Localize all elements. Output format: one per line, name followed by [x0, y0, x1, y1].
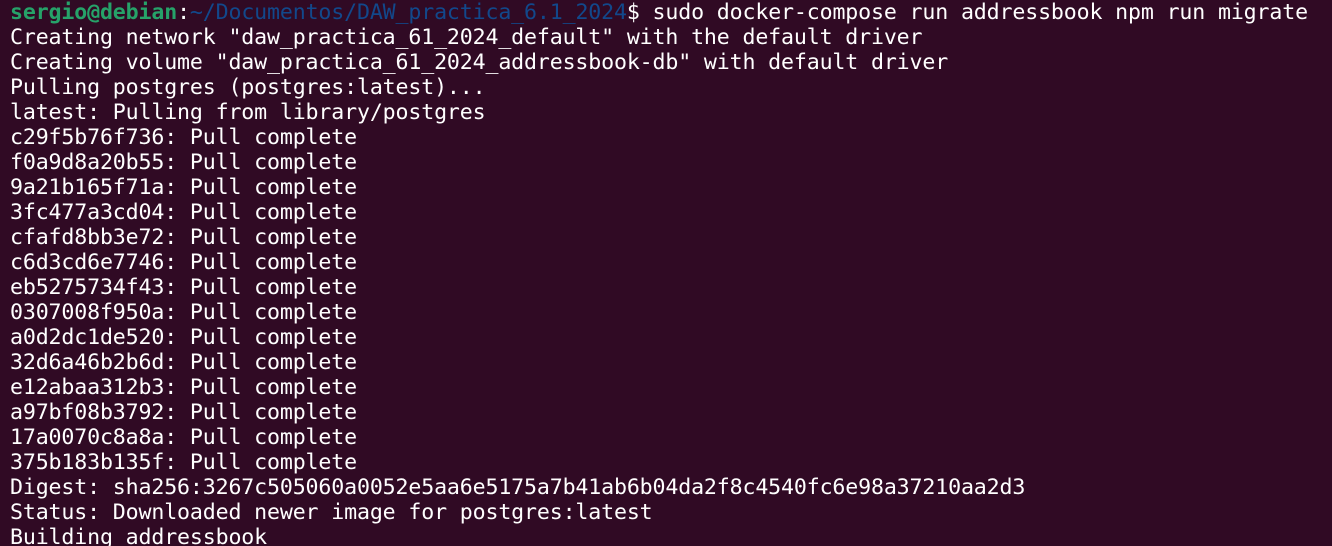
prompt-dollar: $ — [626, 0, 653, 25]
prompt-line: sergio@debian:~/Documentos/DAW_practica_… — [10, 0, 1332, 25]
output-line: latest: Pulling from library/postgres — [10, 100, 486, 125]
output-line: Creating volume "daw_practica_61_2024_ad… — [10, 50, 949, 75]
output-line: 17a0070c8a8a: Pull complete — [10, 425, 357, 450]
output-line: Status: Downloaded newer image for postg… — [10, 500, 653, 525]
terminal-window[interactable]: sergio@debian:~/Documentos/DAW_practica_… — [0, 0, 1332, 546]
prompt-user-host: sergio@debian — [10, 0, 178, 25]
output-line: e12abaa312b3: Pull complete — [10, 375, 357, 400]
output-line: Pulling postgres (postgres:latest)... — [10, 75, 486, 100]
output-line: c6d3cd6e7746: Pull complete — [10, 250, 357, 275]
output-line: eb5275734f43: Pull complete — [10, 275, 357, 300]
prompt-path: ~/Documentos/DAW_practica_6.1_2024 — [189, 0, 627, 25]
prompt-colon: : — [177, 0, 190, 25]
command-text: sudo docker-compose run addressbook npm … — [652, 0, 1309, 25]
output-line: 32d6a46b2b6d: Pull complete — [10, 350, 357, 375]
output-line: 9a21b165f71a: Pull complete — [10, 175, 357, 200]
output-line: cfafd8bb3e72: Pull complete — [10, 225, 357, 250]
output-line: 0307008f950a: Pull complete — [10, 300, 357, 325]
output-line: Digest: sha256:3267c505060a0052e5aa6e517… — [10, 475, 1026, 500]
output-line: c29f5b76f736: Pull complete — [10, 125, 357, 150]
output-line: Creating network "daw_practica_61_2024_d… — [10, 25, 923, 50]
output-line: a97bf08b3792: Pull complete — [10, 400, 357, 425]
output-line: a0d2dc1de520: Pull complete — [10, 325, 357, 350]
output-line: f0a9d8a20b55: Pull complete — [10, 150, 357, 175]
output-line: Building addressbook — [10, 525, 268, 546]
output-line: 375b183b135f: Pull complete — [10, 450, 357, 475]
output-line: 3fc477a3cd04: Pull complete — [10, 200, 357, 225]
